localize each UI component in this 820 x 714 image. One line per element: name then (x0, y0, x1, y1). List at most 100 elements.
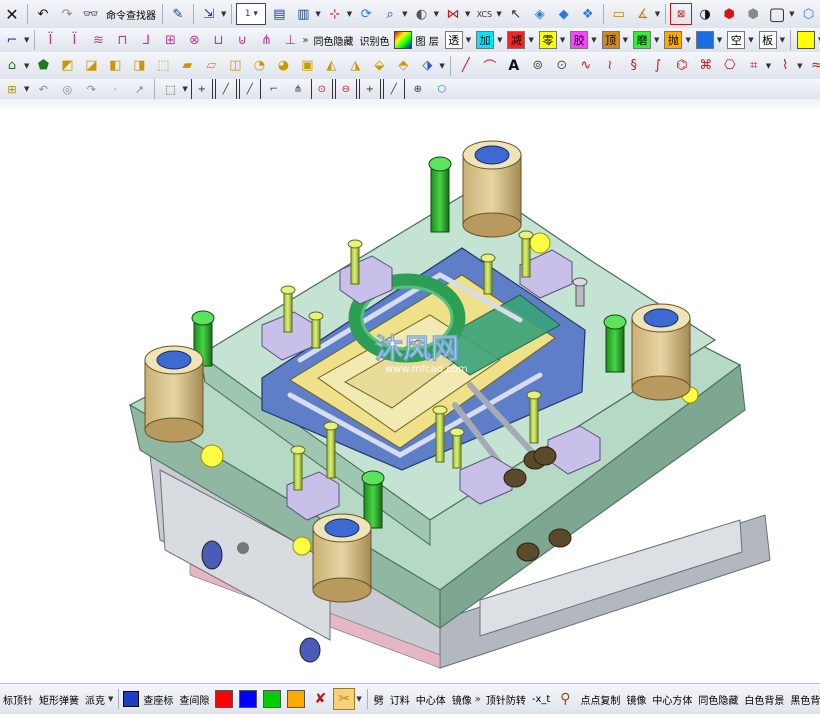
dropdown-arrow-icon[interactable]: ▼ (24, 85, 29, 93)
feature-icon[interactable]: ⬟ (32, 55, 54, 77)
shell-icon[interactable]: ▣ (296, 55, 318, 77)
bolt-tool-icon[interactable]: ⊥ (279, 29, 301, 51)
snap-face-icon[interactable]: ⊕ (407, 79, 429, 99)
gray-cube-icon[interactable]: ⬢ (742, 3, 764, 25)
view-small-icon[interactable]: ◎ (56, 79, 78, 99)
snap-point-icon[interactable]: ⊠ (670, 3, 693, 25)
measure-angle-icon[interactable]: ∡ (632, 3, 654, 25)
pin-tool-1-icon[interactable]: Ϊ (39, 29, 61, 51)
color-filter-swatch[interactable] (263, 690, 282, 708)
close-icon[interactable]: ✕ (1, 3, 23, 25)
bottom-command-button[interactable]: 矩形弹簧 (36, 692, 82, 707)
trim-body-icon[interactable]: ◮ (344, 55, 366, 77)
sleeve-icon[interactable]: ⊞ (159, 29, 181, 51)
slot-feature-icon[interactable]: ▱ (200, 55, 222, 77)
check-coordinate-icon[interactable] (123, 691, 140, 707)
bottom-command-button[interactable]: 镜像 (623, 692, 649, 707)
shade-toggle-icon[interactable]: ◑ (694, 3, 716, 25)
snap-existing-icon[interactable]: + (358, 79, 381, 99)
dropdown-arrow-icon[interactable]: ▼ (221, 10, 226, 18)
undo-small-icon[interactable]: ↶ (32, 79, 54, 99)
guide-pin-icon[interactable]: ⊔ (207, 29, 229, 51)
bottom-command-button[interactable]: 白色背景 (741, 692, 787, 707)
snap-intersect-icon[interactable]: ⋔ (287, 79, 309, 99)
check-gap-button[interactable]: 查间隙 (176, 692, 212, 707)
dropdown-arrow-icon[interactable]: ▼ (623, 36, 628, 44)
edge-blend-icon[interactable]: ◔ (248, 55, 270, 77)
bottom-command-button[interactable]: 中心方体 (649, 692, 695, 707)
command-finder-label[interactable]: 命令查找器 (103, 7, 159, 22)
zoom-icon[interactable]: ⌕ (379, 3, 401, 25)
dropdown-arrow-icon[interactable]: ▼ (24, 36, 29, 44)
undo-icon[interactable]: ↶ (32, 3, 54, 25)
identify-color-label[interactable]: 识别色 (357, 33, 393, 48)
ejector-pin-icon[interactable]: ⌐ (1, 29, 23, 51)
color-chip-button[interactable]: 胶 (570, 31, 589, 49)
bottom-command-button[interactable]: 点点复制 (577, 692, 623, 707)
red-cube-icon[interactable]: ⬢ (718, 3, 740, 25)
surface-6-icon[interactable]: ≈ (806, 55, 820, 77)
select-arrow-icon[interactable]: ↖ (505, 3, 527, 25)
color-filter-swatch[interactable] (239, 690, 258, 708)
dropdown-arrow-icon[interactable]: ▼ (315, 10, 320, 18)
dropdown-arrow-icon[interactable]: ▼ (465, 10, 470, 18)
color-chip-button[interactable]: 板 (758, 31, 777, 49)
color-chip-button[interactable]: 减 (507, 31, 526, 49)
sprue-icon[interactable]: ⊗ (183, 29, 205, 51)
snap-cube-icon[interactable]: ⬡ (431, 79, 453, 99)
groove-icon[interactable]: ◫ (224, 55, 246, 77)
dropdown-arrow-icon[interactable]: ▼ (434, 10, 439, 18)
select-body-icon[interactable]: ◆ (553, 3, 575, 25)
surface-2-icon[interactable]: ⌘ (695, 55, 717, 77)
bottom-command-button[interactable]: 同色隐藏 (695, 692, 741, 707)
check-coordinate-button[interactable]: 查座标 (140, 692, 176, 707)
redo-small-icon[interactable]: ↷ (80, 79, 102, 99)
select-feature-icon[interactable]: ❖ (577, 3, 599, 25)
dropdown-arrow-icon[interactable]: ▼ (182, 85, 187, 93)
lifter-icon[interactable]: ⅃ (135, 29, 157, 51)
draft-icon[interactable]: ◭ (320, 55, 342, 77)
dropdown-arrow-icon[interactable]: ▼ (560, 36, 565, 44)
dropdown-arrow-icon[interactable]: ▼ (356, 695, 361, 703)
tools-icon[interactable]: ✂ (333, 688, 356, 710)
snap-options-icon[interactable]: ⊞ (1, 79, 23, 99)
color-chip-button[interactable]: 透 (444, 31, 463, 49)
layer-move-icon[interactable]: ▥ (292, 3, 314, 25)
color-palette-icon[interactable] (393, 31, 412, 49)
bottom-command-button[interactable]: 派克 (82, 692, 108, 707)
render-style-icon[interactable]: ◐ (411, 3, 433, 25)
color-filter-swatch[interactable] (215, 690, 234, 708)
snap-line-icon[interactable]: ╱ (214, 79, 237, 99)
bottom-command-button[interactable]: 顶针防转 (483, 692, 529, 707)
color-swatch[interactable] (797, 31, 815, 49)
layer-label[interactable]: 图 层 (413, 33, 442, 48)
surface-4-icon[interactable]: ⌗ (743, 55, 765, 77)
unite-icon[interactable]: ⬗ (416, 55, 438, 77)
dropdown-arrow-icon[interactable]: ▼ (497, 36, 502, 44)
pen-icon[interactable]: ✎ (167, 3, 189, 25)
dropdown-arrow-icon[interactable]: ▼ (402, 10, 407, 18)
background-square-icon[interactable]: ▢ (766, 3, 788, 25)
extrude-icon[interactable]: ◩ (56, 55, 78, 77)
dropdown-arrow-icon[interactable]: ▼ (797, 62, 802, 70)
surface-5-icon[interactable]: ⌇ (774, 55, 796, 77)
wcs-text-icon[interactable]: XCS (473, 3, 495, 25)
revolve-icon[interactable]: ◪ (80, 55, 102, 77)
offset-face-icon[interactable]: ⬘ (392, 55, 414, 77)
bottom-command-button[interactable]: 标顶针 (0, 692, 36, 707)
line-icon[interactable]: ╱ (455, 55, 477, 77)
text-icon[interactable]: A (503, 55, 525, 77)
bottom-command-button[interactable]: 黑色背景 (787, 692, 820, 707)
bottom-command-button[interactable]: 镜像 (449, 692, 475, 707)
layer-selector-icon[interactable]: 1 ▾ (236, 3, 267, 25)
command-finder-icon[interactable]: 👓 (80, 3, 102, 25)
spring-icon[interactable]: ≋ (87, 29, 109, 51)
surface-3-icon[interactable]: ⎔ (719, 55, 741, 77)
dropdown-arrow-icon[interactable]: ▼ (108, 695, 113, 703)
dropdown-arrow-icon[interactable]: ▼ (439, 62, 444, 70)
dropdown-arrow-icon[interactable]: ▼ (528, 36, 533, 44)
unhide-cross-icon[interactable]: ✘ (309, 688, 331, 710)
modeling-icon[interactable]: ⌂ (1, 55, 23, 77)
snap-pole-icon[interactable]: ╱ (382, 79, 405, 99)
dropdown-arrow-icon[interactable]: ▼ (466, 36, 471, 44)
